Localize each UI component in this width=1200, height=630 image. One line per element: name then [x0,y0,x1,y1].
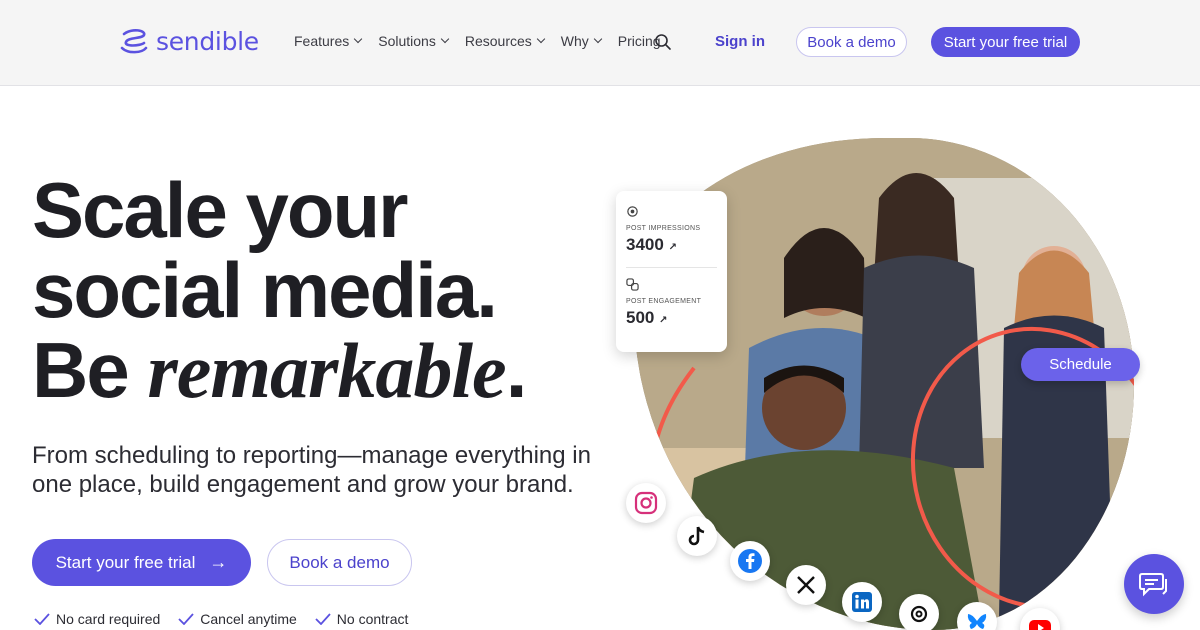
headline-line-3: Be remarkable. [32,327,527,414]
threads-icon [899,594,939,630]
main-nav: Features Solutions Resources Why Pricing [294,33,661,49]
nav-why[interactable]: Why [560,33,603,49]
stats-divider [626,267,717,268]
facebook-icon [730,541,770,581]
chat-button[interactable] [1124,554,1184,614]
start-trial-button-header[interactable]: Start your free trial [931,27,1080,57]
check-icon [34,613,50,625]
nav-features-label: Features [294,33,350,49]
nav-resources[interactable]: Resources [464,33,546,49]
trend-up-icon: ↗ [668,242,677,253]
nav-solutions[interactable]: Solutions [378,33,450,49]
trend-up-icon: ↗ [659,315,668,326]
hero-subtitle: From scheduling to reporting—manage ever… [32,442,591,498]
chevron-down-icon [440,34,450,44]
schedule-badge: Schedule [1021,348,1140,381]
check-icon [178,613,194,625]
perk-item: Cancel anytime [178,611,297,627]
book-demo-button[interactable]: Book a demo [267,539,412,586]
instagram-icon [626,483,666,523]
perks-list: No card required Cancel anytime No contr… [34,611,408,627]
linkedin-icon [842,582,882,622]
perk-item: No card required [34,611,160,627]
chevron-down-icon [593,34,603,44]
chat-icon [1139,573,1167,597]
logo-wordmark: sendible [156,26,259,56]
nav-solutions-label: Solutions [378,33,436,49]
search-icon[interactable] [654,33,672,51]
sendible-logo[interactable]: sendible [118,26,259,56]
perk-label: Cancel anytime [200,611,297,627]
engagement-value: 500 ↗ [626,308,717,328]
eye-icon [627,206,638,217]
x-icon [786,565,826,605]
perk-label: No card required [56,611,161,627]
nav-features[interactable]: Features [294,33,363,49]
chevron-down-icon [354,34,363,44]
sendible-logo-icon [120,29,148,54]
engagement-label: POST ENGAGEMENT [626,298,702,305]
hero-headline: Scale your social media. Be remarkable. [32,166,527,414]
perk-item: No contract [315,611,409,627]
nav-resources-label: Resources [464,33,532,49]
engagement-number: 500 [626,308,655,327]
book-demo-button-header[interactable]: Book a demo [796,27,907,57]
impressions-label: POST IMPRESSIONS [626,225,701,232]
start-trial-label: Start your free trial [55,552,196,572]
impressions-number: 3400 [626,235,664,254]
chevron-down-icon [536,34,546,44]
site-header: sendible Features Solutions Resources Wh… [0,0,1200,86]
headline-remarkable: remarkable [147,327,506,414]
post-stats-card: POST IMPRESSIONS 3400 ↗ POST ENGAGEMENT … [616,191,727,352]
engagement-icon [626,278,639,291]
tiktok-icon [677,516,717,556]
check-icon [315,613,331,625]
headline-be: Be [32,326,148,414]
arrow-right-icon: → [209,552,228,572]
impressions-value: 3400 ↗ [626,235,717,255]
perk-label: No contract [336,611,409,627]
headline-line-1: Scale your [32,166,409,254]
start-trial-button[interactable]: Start your free trial → [32,539,251,586]
headline-period: . [505,326,528,414]
nav-why-label: Why [560,33,589,49]
headline-line-2: social media. [32,246,498,334]
sign-in-link[interactable]: Sign in [715,33,765,50]
